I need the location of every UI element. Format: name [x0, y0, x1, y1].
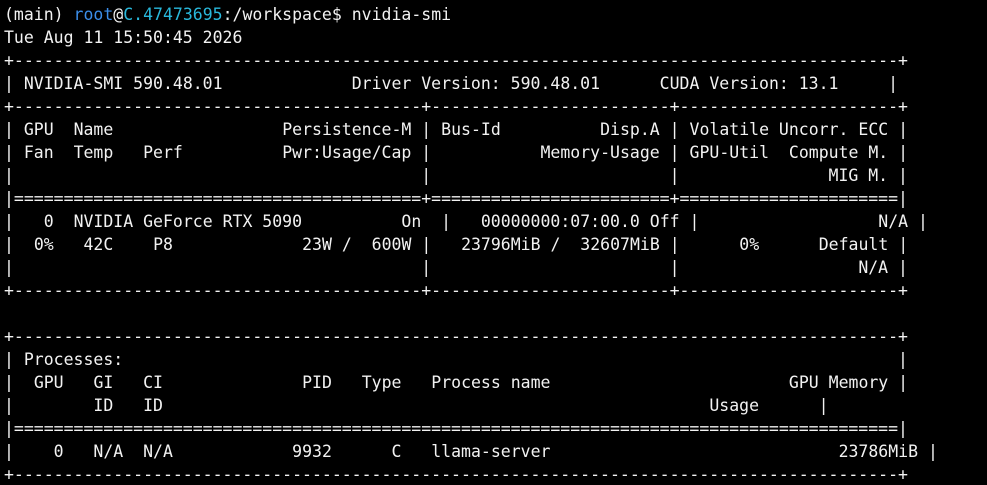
- gpu-bus-id: 00000000:07:00.0: [480, 212, 640, 231]
- process-row: | 0 N/A N/A 9932 C llama-server 23786MiB…: [4, 442, 938, 461]
- proc-memory: 23786MiB: [838, 442, 919, 461]
- proc-col-name: Process name: [431, 373, 551, 392]
- processes-title: Processes:: [23, 350, 124, 369]
- gpu-util: 0%: [739, 235, 760, 254]
- col-gpu-util: GPU-Util: [689, 143, 770, 162]
- col-ecc: Volatile Uncorr. ECC: [689, 120, 889, 139]
- process-column-header-row-2: | ID ID Usage |: [4, 396, 829, 415]
- smi-border-top: +---------------------------------------…: [4, 51, 908, 70]
- col-compute-mode: Compute M.: [788, 143, 889, 162]
- gpu-memory-used: 23796MiB: [461, 235, 541, 254]
- proc-col-gi: GI: [93, 373, 114, 392]
- proc-col-gpu: GPU: [33, 373, 64, 392]
- proc-gpu: 0: [53, 442, 64, 461]
- cuda-version: CUDA Version: 13.1: [659, 74, 839, 93]
- col-power: Pwr:Usage/Cap: [282, 143, 412, 162]
- proc-col-ci: CI: [143, 373, 163, 392]
- col-persistence: Persistence-M: [282, 120, 412, 139]
- gpu-row-2: | 0% 42C P8 23W / 600W | 23796MiB / 3260…: [4, 235, 909, 254]
- gpu-column-header-row-3: | | | MIG M. |: [4, 166, 908, 185]
- proc-col-gi-id: ID: [93, 396, 114, 415]
- col-memory-usage: Memory-Usage: [540, 143, 660, 162]
- smi-version: NVIDIA-SMI 590.48.01: [23, 74, 223, 93]
- col-disp-a: Disp.A: [600, 120, 660, 139]
- gpu-power-cap: 600W: [371, 235, 412, 254]
- proc-col-usage: Usage: [709, 396, 760, 415]
- col-fan: Fan: [23, 143, 54, 162]
- smi-border-bottom: +---------------------------------------…: [4, 281, 908, 300]
- prompt-path: :/workspace$: [222, 5, 342, 24]
- gpu-ecc: N/A: [878, 212, 909, 231]
- gpu-fan: 0%: [33, 235, 54, 254]
- process-double-divider: |=======================================…: [4, 419, 908, 438]
- smi-version-row: | NVIDIA-SMI 590.48.01 Driver Version: 5…: [4, 74, 899, 93]
- gpu-persistence: On: [401, 212, 422, 231]
- proc-col-pid: PID: [302, 373, 332, 392]
- col-temp: Temp: [73, 143, 114, 162]
- conda-env-label: (main): [4, 5, 64, 24]
- process-border-bottom: +---------------------------------------…: [4, 465, 908, 484]
- gpu-temp: 42C: [83, 235, 114, 254]
- gpu-power-usage: 23W: [302, 235, 332, 254]
- timestamp-line: Tue Aug 11 15:50:45 2026: [4, 28, 243, 47]
- process-column-header-row-1: | GPU GI CI PID Type Process name GPU Me…: [4, 373, 909, 392]
- smi-double-divider: |=======================================…: [4, 189, 908, 208]
- col-name: Name: [73, 120, 114, 139]
- gpu-mig-mode: N/A: [858, 258, 889, 277]
- typed-command: nvidia-smi: [351, 5, 452, 24]
- command-prompt-line: (main) root@C.47473695:/workspace$ nvidi…: [4, 3, 987, 26]
- process-border-top: +---------------------------------------…: [4, 327, 908, 346]
- process-title-row: | Processes: |: [4, 350, 908, 369]
- proc-pid: 9932: [292, 442, 332, 461]
- gpu-index: 0: [43, 212, 54, 231]
- col-gpu: GPU: [23, 120, 54, 139]
- gpu-name: NVIDIA GeForce RTX 5090: [73, 212, 303, 231]
- gpu-row-1: | 0 NVIDIA GeForce RTX 5090 On | 0000000…: [4, 212, 928, 231]
- gpu-disp-a: Off: [649, 212, 680, 231]
- col-mig-mode: MIG M.: [828, 166, 889, 185]
- proc-col-memory: GPU Memory: [788, 373, 889, 392]
- prompt-user: root: [73, 5, 114, 24]
- gpu-compute-mode: Default: [818, 235, 889, 254]
- proc-col-ci-id: ID: [143, 396, 163, 415]
- proc-col-type: Type: [361, 373, 402, 392]
- gpu-row-3: | | | N/A |: [4, 258, 908, 277]
- gpu-column-header-row-1: | GPU Name Persistence-M | Bus-Id Disp.A…: [4, 120, 909, 139]
- proc-gi-id: N/A: [93, 442, 124, 461]
- col-perf: Perf: [143, 143, 183, 162]
- proc-type: C: [391, 442, 402, 461]
- prompt-host: C.47473695: [123, 5, 223, 24]
- gpu-perf: P8: [153, 235, 173, 254]
- gpu-column-header-row-2: | Fan Temp Perf Pwr:Usage/Cap | Memory-U…: [4, 143, 909, 162]
- gpu-memory-total: 32607MiB: [580, 235, 660, 254]
- prompt-at-sign: @: [113, 5, 124, 24]
- driver-version: Driver Version: 590.48.01: [351, 74, 601, 93]
- proc-name: llama-server: [431, 442, 551, 461]
- smi-header-divider: +---------------------------------------…: [4, 97, 908, 116]
- terminal-window[interactable]: (main) root@C.47473695:/workspace$ nvidi…: [0, 0, 987, 485]
- proc-ci-id: N/A: [143, 442, 173, 461]
- col-bus-id: Bus-Id: [441, 120, 501, 139]
